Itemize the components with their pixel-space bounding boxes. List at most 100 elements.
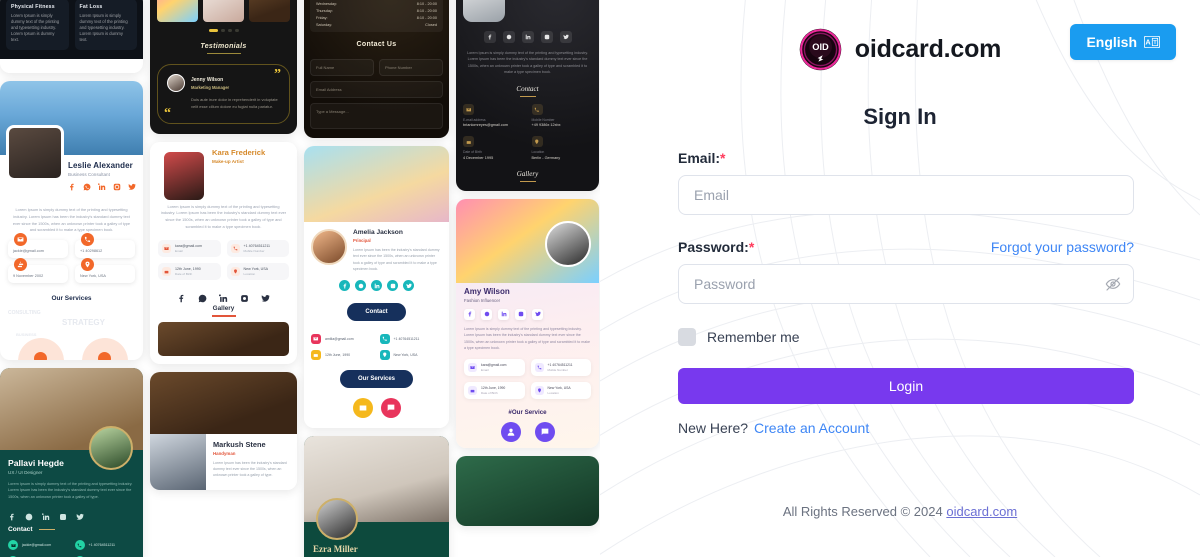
whatsapp-icon[interactable] bbox=[25, 508, 33, 521]
create-account-link[interactable]: Create an Account bbox=[754, 420, 869, 436]
contact-detail-grid: E-mail address brianlomreyes@gmail.com Mo… bbox=[463, 103, 592, 160]
remember-me-row: Remember me bbox=[678, 328, 1134, 346]
collage-card-markush-stene[interactable]: Markush Stene Handyman Lorem Ipsum has b… bbox=[150, 371, 297, 490]
cover-area: Kara Frederick Make-up Artist bbox=[150, 141, 297, 202]
collage-card-leslie-alexander[interactable]: Leslie Alexander Business Consultant Lor… bbox=[0, 81, 143, 361]
detail-birthday: 9 November 2002 bbox=[8, 258, 68, 284]
cake-icon bbox=[14, 258, 27, 272]
linkedin-icon[interactable] bbox=[41, 508, 50, 521]
remember-me-checkbox[interactable] bbox=[678, 328, 696, 346]
cake-icon bbox=[468, 385, 477, 395]
instagram-icon[interactable] bbox=[387, 280, 398, 292]
day: Saturday: bbox=[316, 22, 333, 27]
facebook-icon[interactable] bbox=[464, 308, 475, 320]
footer-link[interactable]: oidcard.com bbox=[946, 504, 1017, 519]
service-icon-1[interactable] bbox=[352, 398, 373, 419]
twitter-icon[interactable] bbox=[403, 280, 414, 292]
collage-card-pallavi-hegde[interactable]: Pallavi Hegde UX / UI Designer Lorem Ips… bbox=[0, 368, 143, 557]
service-icon-2[interactable] bbox=[380, 398, 401, 419]
collage-card-amelia-jackson[interactable]: Amelia Jackson Principal Lorem Ipsum has… bbox=[304, 146, 449, 429]
detail-value: +49 9386x 12xbx bbox=[531, 123, 561, 128]
twitter-icon[interactable] bbox=[559, 31, 572, 43]
phone-input[interactable]: Phone Number bbox=[379, 59, 443, 76]
whatsapp-icon[interactable] bbox=[355, 280, 366, 292]
carousel-dots[interactable] bbox=[157, 29, 290, 32]
profile-role: Handyman bbox=[213, 450, 236, 456]
twitter-icon[interactable] bbox=[261, 290, 270, 302]
instagram-icon[interactable] bbox=[59, 508, 67, 521]
user-icon[interactable] bbox=[500, 421, 521, 442]
facebook-icon[interactable] bbox=[483, 31, 496, 43]
opening-hours: Tuesday:8:10 - 20:00 Wednesday:8:10 - 20… bbox=[310, 0, 443, 32]
twitter-icon[interactable] bbox=[532, 308, 543, 320]
collage-card-testimonials[interactable]: Testimonials ” Jenny Wilson Marketing Ma… bbox=[150, 0, 297, 134]
profile-name: Markush Stene bbox=[213, 439, 266, 449]
facebook-icon[interactable] bbox=[339, 280, 350, 292]
profile-bio: Lorem Ipsum has been the industry's stan… bbox=[353, 248, 440, 271]
message-input[interactable]: Type a Message... bbox=[310, 103, 443, 129]
mail-icon bbox=[14, 233, 27, 247]
facebook-icon[interactable] bbox=[8, 508, 16, 521]
avatar bbox=[162, 149, 206, 202]
full-name-input[interactable]: Full Name bbox=[310, 59, 374, 76]
collage-card-olivia-murray[interactable]: Olivia Murray Executive Chef Lorem Ipsum… bbox=[456, 0, 599, 191]
social-links bbox=[8, 508, 135, 521]
detail-value: New York, USA bbox=[243, 267, 269, 272]
services-button[interactable]: Our Services bbox=[339, 370, 414, 389]
collage-column-4: Olivia Murray Executive Chef Lorem Ipsum… bbox=[456, 0, 599, 557]
collage-card-fitness[interactable]: Physical Fitness Lorem Ipsum is simply d… bbox=[0, 0, 143, 74]
twitter-icon[interactable] bbox=[76, 508, 84, 521]
eye-off-icon[interactable] bbox=[1105, 276, 1121, 292]
remember-me-label[interactable]: Remember me bbox=[707, 329, 800, 345]
avatar bbox=[150, 433, 206, 490]
avatar bbox=[545, 220, 591, 267]
detail-phone: +1 40764511211 Mobile Number bbox=[226, 240, 289, 258]
facebook-icon[interactable] bbox=[177, 290, 186, 303]
collage-card-meeting[interactable] bbox=[456, 455, 599, 526]
instagram-icon[interactable] bbox=[240, 290, 249, 303]
detail-value: jackie@gmail.com bbox=[22, 543, 52, 548]
author-name: Jenny Wilson bbox=[191, 76, 224, 83]
email-input[interactable] bbox=[678, 175, 1134, 215]
whatsapp-icon[interactable] bbox=[83, 183, 91, 191]
profile-name: Amelia Jackson bbox=[353, 229, 403, 236]
twitter-icon[interactable] bbox=[128, 183, 136, 191]
collage-card-restaurant[interactable]: Tuesday:8:10 - 20:00 Wednesday:8:10 - 20… bbox=[304, 0, 449, 138]
hours-row: Wednesday: 8:10 - 20:00 bbox=[316, 0, 437, 7]
linkedin-icon[interactable] bbox=[521, 31, 534, 43]
collage-card-kara-frederick[interactable]: Kara Frederick Make-up Artist Lorem Ipsu… bbox=[150, 141, 297, 364]
svg-text:OID: OID bbox=[812, 42, 829, 52]
linkedin-icon[interactable] bbox=[218, 290, 228, 303]
whatsapp-icon[interactable] bbox=[481, 308, 492, 320]
password-input[interactable] bbox=[678, 264, 1134, 304]
required-asterisk: * bbox=[720, 150, 726, 166]
gallery-thumb bbox=[203, 0, 244, 22]
email-input[interactable]: Email Address bbox=[310, 81, 443, 98]
profile-role: Principal bbox=[353, 238, 371, 243]
avatar bbox=[316, 498, 358, 541]
facebook-icon[interactable] bbox=[68, 183, 76, 191]
day: Thursday: bbox=[316, 8, 333, 13]
collage-card-ezra-miller[interactable]: Ezra Miller Hair Dresser at Abc Salon Lo… bbox=[304, 436, 449, 557]
login-button[interactable]: Login bbox=[678, 368, 1134, 404]
profile-name: Leslie Alexander bbox=[68, 161, 133, 171]
forgot-password-link[interactable]: Forgot your password? bbox=[991, 239, 1134, 255]
whatsapp-icon[interactable] bbox=[502, 31, 515, 43]
chat-icon[interactable] bbox=[534, 421, 555, 442]
linkedin-icon[interactable] bbox=[498, 308, 509, 320]
detail-value: kara@gmail.com bbox=[175, 244, 203, 249]
contact-detail-grid: amilia@gmail.com +1 40764511211 12th Jun… bbox=[304, 327, 449, 365]
tile-title: Fat Loss bbox=[79, 4, 103, 10]
instagram-icon[interactable] bbox=[113, 183, 121, 191]
phone-icon bbox=[74, 540, 85, 551]
avatar bbox=[167, 74, 185, 92]
contact-button[interactable]: Contact bbox=[347, 303, 406, 322]
detail-phone: +1 40764511211 bbox=[74, 540, 136, 551]
linkedin-icon[interactable] bbox=[371, 280, 382, 292]
instagram-icon[interactable] bbox=[540, 31, 553, 43]
collage-card-amy-wilson[interactable]: Amy Wilson Fashion Influencer Lorem Ipsu… bbox=[456, 198, 599, 448]
hours-row: Saturday: Closed bbox=[316, 21, 437, 28]
whatsapp-icon[interactable] bbox=[198, 290, 207, 303]
linkedin-icon[interactable] bbox=[98, 183, 106, 191]
instagram-icon[interactable] bbox=[515, 308, 526, 320]
